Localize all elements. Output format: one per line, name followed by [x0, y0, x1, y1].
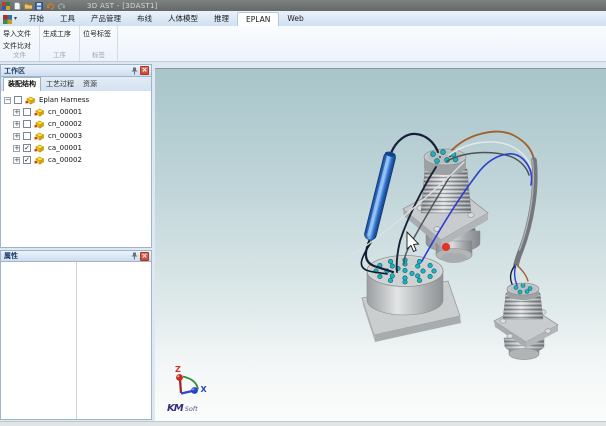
expand-icon[interactable]: +: [13, 145, 20, 152]
3d-viewport[interactable]: Z X KM Soft: [155, 68, 606, 421]
part-icon: [34, 120, 45, 129]
expand-icon[interactable]: +: [13, 109, 20, 116]
tab-process[interactable]: 工艺过程: [42, 78, 78, 91]
checkbox-root[interactable]: [14, 96, 22, 104]
ribbon-group-label-group: 位号标签 标签: [80, 26, 118, 61]
tree-row[interactable]: + cn_00001: [1, 106, 151, 118]
chevron-down-icon: ▾: [14, 16, 17, 22]
window-bottom-edge: [0, 421, 606, 426]
title-bar: 3D AST - [3DAST1]: [0, 0, 606, 11]
expand-icon[interactable]: +: [13, 157, 20, 164]
save-icon[interactable]: [35, 2, 43, 10]
open-file-icon[interactable]: [24, 2, 32, 10]
expand-icon[interactable]: +: [13, 133, 20, 140]
part-icon: [34, 144, 45, 153]
workspace-panel-header: 工作区 ×: [0, 64, 152, 77]
tree-row[interactable]: + cn_00003: [1, 130, 151, 142]
left-dock: 工作区 × 装配结构 工艺过程 资源 − Eplan Harness: [0, 64, 152, 420]
ribbon-group-label-process: 工序: [40, 49, 79, 59]
tab-eplan[interactable]: EPLAN: [237, 12, 279, 26]
pin-icon[interactable]: [130, 66, 138, 75]
tab-start[interactable]: 开始: [21, 12, 52, 26]
import-file-button[interactable]: 导入文件: [0, 28, 39, 40]
tree-label[interactable]: cn_00003: [48, 132, 82, 140]
vendor-logo-km: KM: [167, 403, 183, 414]
properties-panel-title: 属性: [4, 251, 130, 261]
tab-product-management[interactable]: 产品管理: [83, 12, 129, 26]
pin-icon[interactable]: [130, 252, 138, 261]
tab-tools[interactable]: 工具: [52, 12, 83, 26]
new-file-icon[interactable]: [13, 2, 21, 10]
red-point-marker: [442, 243, 450, 251]
part-icon: [34, 108, 45, 117]
quick-access-toolbar: [0, 2, 65, 10]
tab-wiring[interactable]: 布线: [129, 12, 160, 26]
ribbon-group-file: 导入文件 文件比对 文件: [0, 26, 40, 61]
tree-label[interactable]: Eplan Harness: [39, 96, 89, 104]
properties-grid[interactable]: [0, 262, 152, 420]
ribbon: 导入文件 文件比对 文件 生成工序 工序 位号标签 标签: [0, 26, 606, 62]
axis-x-label: X: [201, 385, 208, 394]
checkbox[interactable]: [23, 132, 31, 140]
assembly-tree: − Eplan Harness + cn_00001 +: [0, 91, 152, 248]
position-label-button[interactable]: 位号标签: [80, 28, 117, 40]
tab-human-model[interactable]: 人体模型: [160, 12, 206, 26]
ribbon-group-process: 生成工序 工序: [40, 26, 80, 61]
axis-triad[interactable]: Z X: [175, 365, 208, 394]
checkbox[interactable]: [23, 108, 31, 116]
workspace-panel-title: 工作区: [4, 66, 130, 76]
tree-row-root[interactable]: − Eplan Harness: [1, 94, 151, 106]
workspace-panel: 工作区 × 装配结构 工艺过程 资源 − Eplan Harness: [0, 64, 152, 248]
app-window: 3D AST - [3DAST1] ▾ 开始 工具 产品管理 布线 人体模型 推…: [0, 0, 606, 426]
wire-navy-tube-to-cap: [391, 134, 438, 153]
properties-panel-header: 属性 ×: [0, 250, 152, 262]
checkbox-checked[interactable]: ✓: [23, 144, 31, 152]
ribbon-group-label-label: 标签: [80, 49, 117, 59]
tree-label[interactable]: ca_00001: [48, 144, 82, 152]
undo-icon[interactable]: [46, 2, 54, 10]
part-icon: [34, 132, 45, 141]
workspace-close-button[interactable]: ×: [140, 66, 149, 75]
properties-close-button[interactable]: ×: [140, 252, 149, 261]
generate-process-button[interactable]: 生成工序: [40, 28, 79, 40]
expand-icon[interactable]: +: [13, 121, 20, 128]
connector-right[interactable]: [494, 283, 558, 360]
axis-z-label: Z: [175, 365, 181, 374]
workspace-tab-bar: 装配结构 工艺过程 资源: [0, 77, 152, 91]
app-menu-button[interactable]: ▾: [0, 13, 21, 26]
tab-web[interactable]: Web: [279, 12, 311, 26]
tree-label[interactable]: cn_00002: [48, 120, 82, 128]
part-icon: [34, 156, 45, 165]
window-title: 3D AST - [3DAST1]: [87, 2, 158, 10]
vendor-logo-soft: Soft: [185, 405, 198, 413]
ribbon-tab-row: ▾ 开始 工具 产品管理 布线 人体模型 推理 EPLAN Web: [0, 11, 606, 26]
tree-row[interactable]: + cn_00002: [1, 118, 151, 130]
tab-assembly-structure[interactable]: 装配结构: [3, 77, 41, 91]
tree-label[interactable]: cn_00001: [48, 108, 82, 116]
tree-label[interactable]: ca_00002: [48, 156, 82, 164]
3d-scene: Z X: [155, 69, 606, 422]
tab-inference[interactable]: 推理: [206, 12, 237, 26]
ribbon-group-label-file: 文件: [0, 49, 39, 59]
app-logo-icon: [2, 2, 10, 10]
properties-panel: 属性 ×: [0, 250, 152, 420]
blue-sleeve[interactable]: [363, 151, 396, 242]
part-icon: [25, 96, 36, 105]
redo-icon[interactable]: [57, 2, 65, 10]
app-menu-icon: [3, 15, 12, 24]
checkbox[interactable]: [23, 120, 31, 128]
tree-row[interactable]: + ✓ ca_00002: [1, 154, 151, 166]
vendor-logo: KM Soft: [167, 403, 198, 414]
checkbox-checked[interactable]: ✓: [23, 156, 31, 164]
connector-drum[interactable]: [362, 256, 461, 343]
properties-column-divider: [76, 262, 77, 419]
collapse-icon[interactable]: −: [4, 97, 11, 104]
tab-resources[interactable]: 资源: [79, 78, 101, 91]
tree-row[interactable]: + ✓ ca_00001: [1, 142, 151, 154]
